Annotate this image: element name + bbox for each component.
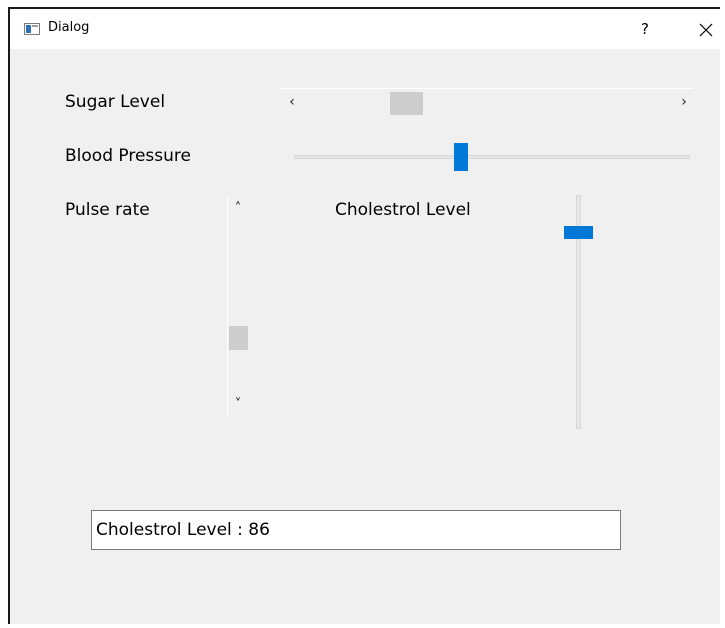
scrollbar-thumb[interactable] <box>229 325 248 350</box>
scrollbar-track <box>227 197 228 415</box>
dialog-window: Dialog ? Sugar Level ‹ › Blood Pressure … <box>8 7 720 624</box>
sugar-level-scrollbar[interactable]: ‹ › <box>280 88 694 116</box>
scrollbar-track <box>280 88 694 89</box>
slider-handle[interactable] <box>564 225 593 239</box>
scroll-up-arrow[interactable]: ˄ <box>228 199 248 219</box>
slider-handle[interactable] <box>454 143 469 171</box>
window-title: Dialog <box>48 20 90 35</box>
close-icon <box>699 23 713 37</box>
help-button[interactable]: ? <box>633 16 657 42</box>
blood-pressure-label: Blood Pressure <box>65 146 191 166</box>
close-button[interactable] <box>690 16 720 42</box>
pulse-rate-scrollbar[interactable]: ˄ ˅ <box>227 197 248 415</box>
app-window-icon <box>24 23 40 35</box>
cholestrol-level-label: Cholestrol Level <box>335 200 471 220</box>
blood-pressure-slider[interactable] <box>294 143 690 171</box>
scroll-right-arrow[interactable]: › <box>674 90 694 114</box>
title-bar: Dialog ? <box>10 9 720 49</box>
slider-groove <box>294 155 690 159</box>
sugar-level-label: Sugar Level <box>65 92 166 112</box>
cholestrol-level-slider[interactable] <box>563 195 593 429</box>
result-line-edit[interactable]: Cholestrol Level : 86 <box>91 510 621 550</box>
scroll-down-arrow[interactable]: ˅ <box>228 395 248 415</box>
pulse-rate-label: Pulse rate <box>65 200 150 220</box>
scrollbar-thumb[interactable] <box>389 92 423 115</box>
scroll-left-arrow[interactable]: ‹ <box>282 90 302 114</box>
